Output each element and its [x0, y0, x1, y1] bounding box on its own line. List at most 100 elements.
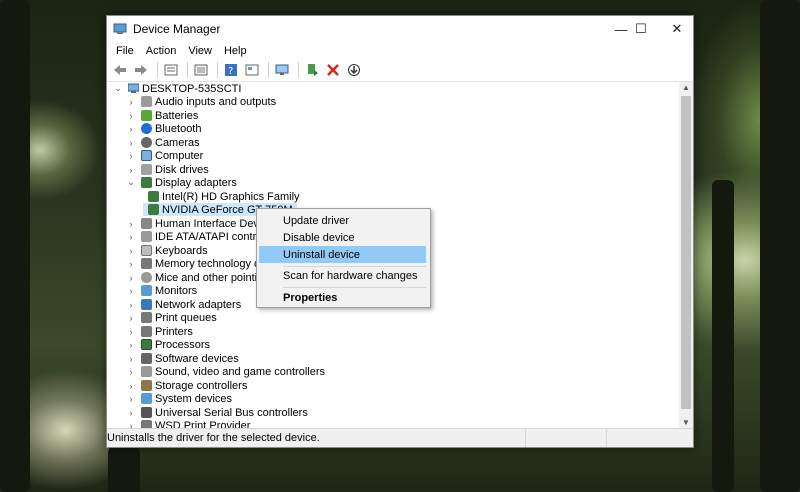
menu-item-disable-device[interactable]: Disable device	[259, 229, 426, 246]
tree-item-software-devices[interactable]: › Software devices	[126, 352, 239, 365]
enable-device-icon[interactable]	[345, 61, 363, 79]
chevron-right-icon[interactable]: ›	[126, 354, 136, 364]
processor-icon	[141, 339, 152, 350]
menu-separator	[283, 287, 426, 288]
chevron-right-icon[interactable]: ›	[126, 394, 136, 404]
scrollbar-thumb[interactable]	[681, 96, 691, 409]
battery-icon	[141, 110, 152, 121]
chevron-right-icon[interactable]: ›	[126, 97, 136, 107]
chevron-right-icon[interactable]: ›	[126, 340, 136, 350]
chevron-down-icon[interactable]: ⌄	[126, 177, 136, 188]
tree-item-network[interactable]: › Network adapters	[126, 298, 242, 311]
tree-item-bluetooth[interactable]: › Bluetooth	[126, 122, 202, 135]
window-title: Device Manager	[133, 22, 221, 36]
tree-item-label: Batteries	[155, 109, 199, 122]
tree-item-label: Sound, video and game controllers	[155, 365, 325, 378]
chevron-right-icon[interactable]: ›	[126, 381, 136, 391]
tree-item-disk-drives[interactable]: › Disk drives	[126, 163, 209, 176]
keyboard-icon	[141, 245, 152, 256]
update-driver-icon[interactable]	[303, 61, 321, 79]
network-adapter-icon	[141, 299, 152, 310]
toolbar: ?	[107, 59, 693, 82]
menu-view[interactable]: View	[182, 45, 218, 57]
tree-item-storage[interactable]: › Storage controllers	[126, 379, 248, 392]
chevron-right-icon[interactable]: ›	[126, 232, 136, 242]
chevron-down-icon[interactable]: ⌄	[113, 83, 123, 94]
menu-item-scan-hardware[interactable]: Scan for hardware changes	[259, 267, 426, 284]
close-button[interactable]: ✕	[661, 16, 693, 42]
tree-item-monitors[interactable]: › Monitors	[126, 284, 198, 297]
chevron-right-icon[interactable]: ›	[126, 300, 136, 310]
tree-item-processors[interactable]: › Processors	[126, 338, 211, 351]
monitor-icon	[141, 285, 152, 296]
computer-icon	[128, 83, 139, 93]
menu-file[interactable]: File	[110, 45, 140, 57]
device-manager-app-icon	[113, 23, 127, 34]
tree-item-label: Network adapters	[155, 298, 242, 311]
menu-help[interactable]: Help	[218, 45, 253, 57]
tree-subitem-intel-graphics[interactable]: Intel(R) HD Graphics Family	[143, 190, 300, 203]
properties-sheet-icon[interactable]	[162, 61, 180, 79]
device-view-icon[interactable]	[243, 61, 261, 79]
tree-item-label: Intel(R) HD Graphics Family	[162, 190, 300, 203]
tree-item-audio[interactable]: › Audio inputs and outputs	[126, 95, 277, 108]
chevron-right-icon[interactable]: ›	[126, 286, 136, 296]
tree-item-sound-video[interactable]: › Sound, video and game controllers	[126, 365, 326, 378]
memory-icon	[141, 258, 152, 269]
tree-item-batteries[interactable]: › Batteries	[126, 109, 199, 122]
tree-item-print-queues[interactable]: › Print queues	[126, 311, 217, 324]
chevron-right-icon[interactable]: ›	[126, 151, 136, 161]
tree-item-system-devices[interactable]: › System devices	[126, 392, 233, 405]
tree-item-printers[interactable]: › Printers	[126, 325, 193, 338]
chevron-right-icon[interactable]: ›	[126, 313, 136, 323]
scroll-up-arrow-icon[interactable]: ▲	[679, 82, 693, 94]
scan-hardware-icon[interactable]	[273, 61, 291, 79]
menu-action[interactable]: Action	[140, 45, 183, 57]
chevron-right-icon[interactable]: ›	[126, 259, 136, 269]
tree-item-label: Computer	[155, 149, 204, 162]
help-icon[interactable]: ?	[222, 61, 240, 79]
chevron-right-icon[interactable]: ›	[126, 111, 136, 121]
toolbar-separator	[217, 62, 218, 78]
chevron-right-icon[interactable]: ›	[126, 246, 136, 256]
tree-item-label: Keyboards	[155, 244, 208, 257]
tree-item-label: Cameras	[155, 136, 200, 149]
chevron-right-icon[interactable]: ›	[126, 124, 136, 134]
maximize-button[interactable]: ☐	[625, 16, 657, 42]
context-menu: Update driver Disable device Uninstall d…	[256, 208, 431, 308]
tree-root[interactable]: ⌄ DESKTOP-535SCTI	[113, 82, 241, 95]
chevron-right-icon[interactable]: ›	[126, 219, 136, 229]
tree-item-computer[interactable]: › Computer	[126, 149, 204, 162]
toolbar-separator	[298, 62, 299, 78]
chevron-right-icon[interactable]: ›	[126, 367, 136, 377]
view-list-icon[interactable]	[192, 61, 210, 79]
toolbar-separator	[268, 62, 269, 78]
menu-item-uninstall-device[interactable]: Uninstall device	[259, 246, 426, 263]
chevron-right-icon[interactable]: ›	[126, 273, 136, 283]
tree-item-label: Printers	[155, 325, 193, 338]
forward-arrow-icon[interactable]	[132, 61, 150, 79]
uninstall-x-icon[interactable]	[324, 61, 342, 79]
title-bar[interactable]: Device Manager — ☐ ✕	[107, 16, 693, 42]
toolbar-separator	[187, 62, 188, 78]
chevron-right-icon[interactable]: ›	[126, 138, 136, 148]
chevron-right-icon[interactable]: ›	[126, 408, 136, 418]
menu-item-update-driver[interactable]: Update driver	[259, 212, 426, 229]
tree-item-usb[interactable]: › Universal Serial Bus controllers	[126, 406, 308, 419]
chevron-right-icon[interactable]: ›	[126, 165, 136, 175]
status-segment	[606, 429, 687, 447]
chevron-right-icon[interactable]: ›	[126, 327, 136, 337]
wallpaper-trunk	[0, 0, 30, 492]
menu-item-properties[interactable]: Properties	[259, 289, 426, 306]
tree-root-label: DESKTOP-535SCTI	[142, 82, 242, 95]
display-adapter-icon	[148, 204, 159, 215]
tree-item-cameras[interactable]: › Cameras	[126, 136, 200, 149]
mouse-icon	[141, 272, 152, 283]
back-arrow-icon[interactable]	[111, 61, 129, 79]
monitor-icon	[141, 150, 152, 161]
tree-item-display-adapters[interactable]: ⌄ Display adapters	[126, 176, 237, 189]
tree-item-keyboards[interactable]: › Keyboards	[126, 244, 208, 257]
status-segment	[525, 429, 606, 447]
wallpaper-trunk	[712, 180, 734, 492]
vertical-scrollbar[interactable]: ▲ ▼	[679, 82, 693, 429]
